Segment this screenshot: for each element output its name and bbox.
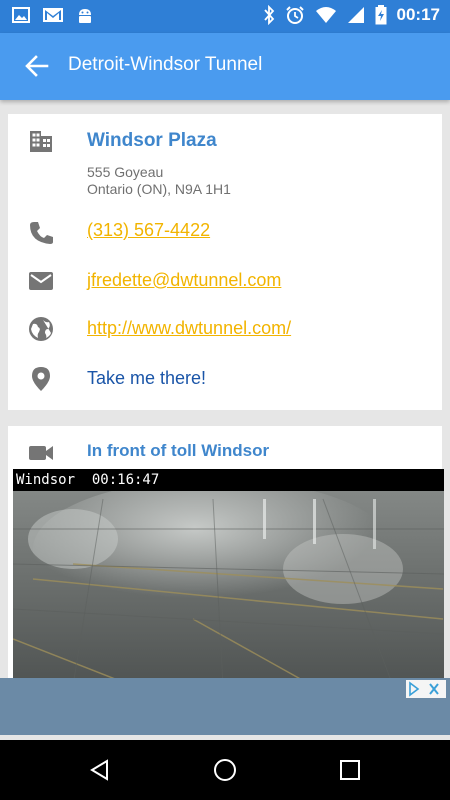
place-name: Windsor Plaza — [87, 130, 217, 151]
phone-icon — [30, 222, 53, 244]
email-link[interactable]: jfredette@dwtunnel.com — [87, 270, 281, 291]
system-status: 00:17 — [263, 5, 440, 25]
location-pin-icon — [32, 367, 50, 391]
arrow-back-icon[interactable] — [22, 51, 52, 81]
alarm-icon — [285, 6, 304, 24]
battery-icon — [375, 5, 387, 25]
location-info-card: Windsor Plaza 555 Goyeau Ontario (ON), N… — [8, 114, 442, 410]
bluetooth-icon — [263, 5, 274, 25]
signal-icon — [347, 7, 364, 23]
video-camera-icon — [29, 446, 53, 460]
wifi-icon — [315, 7, 336, 23]
app-bar: Detroit-Windsor Tunnel — [0, 33, 450, 100]
page-title: Detroit-Windsor Tunnel — [68, 54, 263, 75]
camera-image[interactable]: Windsor 00:16:47 — [13, 469, 444, 686]
directions-link[interactable]: Take me there! — [87, 368, 206, 389]
globe-icon — [29, 317, 53, 341]
gallery-icon — [12, 7, 30, 23]
back-triangle-icon[interactable] — [88, 758, 112, 782]
system-nav-bar — [0, 740, 450, 800]
phone-link[interactable]: (313) 567-4422 — [87, 220, 210, 241]
camera-timestamp-overlay: Windsor 00:16:47 — [13, 469, 444, 491]
address-line-1: 555 Goyeau — [87, 164, 164, 180]
android-icon — [79, 9, 91, 23]
status-bar: 00:17 — [0, 0, 450, 33]
email-icon — [29, 272, 53, 290]
gmail-icon — [43, 8, 63, 22]
address-line-2: Ontario (ON), N9A 1H1 — [87, 181, 231, 197]
building-icon — [30, 131, 52, 152]
notification-icons — [12, 6, 94, 24]
camera-title: In front of toll Windsor — [87, 441, 270, 460]
home-circle-icon[interactable] — [213, 758, 237, 782]
ad-banner[interactable] — [0, 678, 450, 735]
website-link[interactable]: http://www.dwtunnel.com/ — [87, 318, 291, 339]
status-time: 00:17 — [396, 5, 440, 24]
adchoices-icon[interactable] — [406, 680, 446, 698]
camera-card: In front of toll Windsor Windsor 00:16:4… — [8, 426, 444, 686]
camera-feed-picture — [13, 469, 444, 686]
recents-square-icon[interactable] — [338, 758, 362, 782]
